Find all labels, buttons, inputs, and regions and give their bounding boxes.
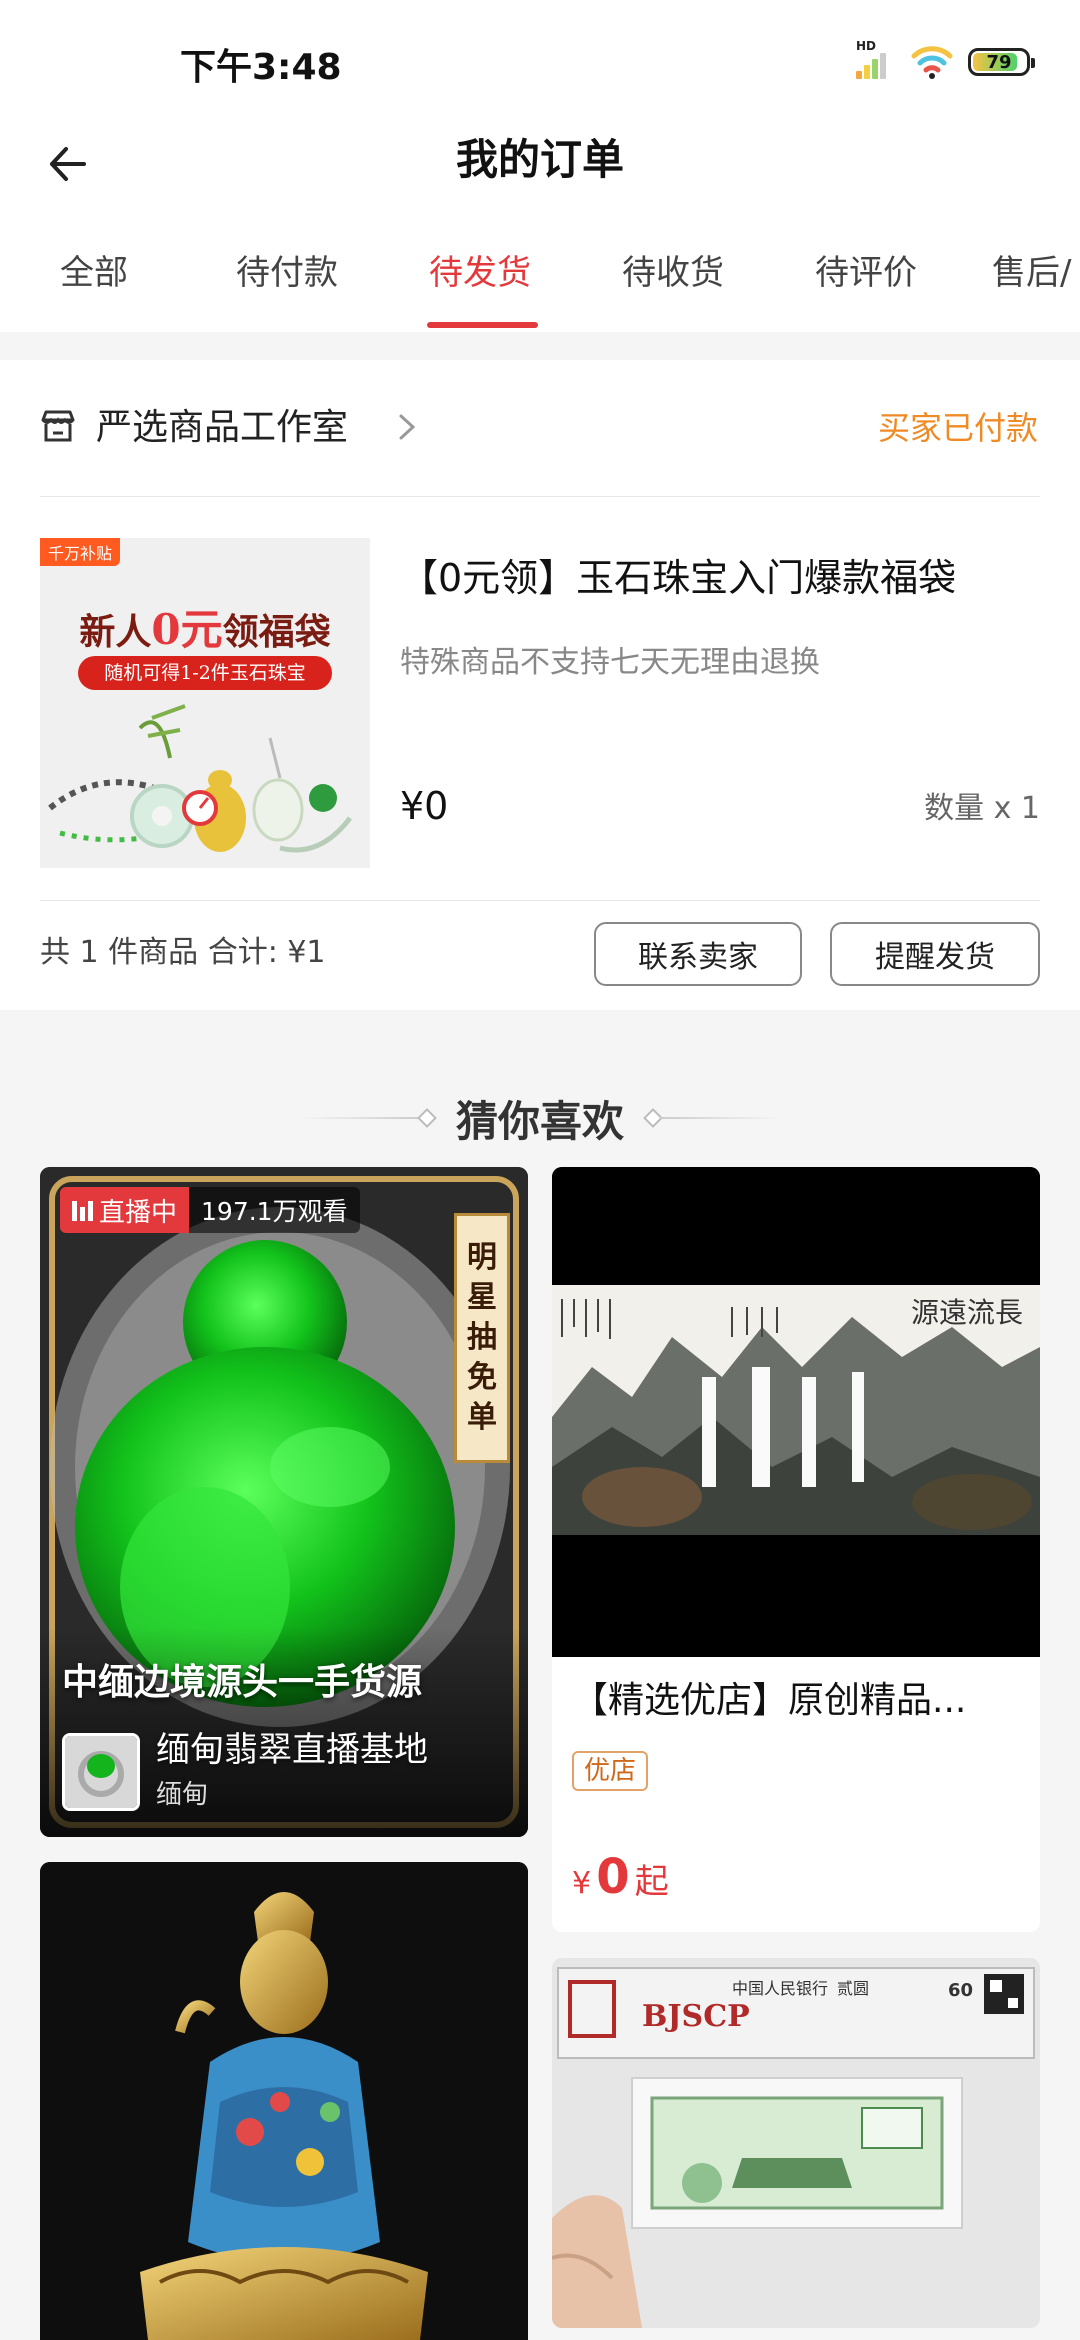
contact-seller-button[interactable]: 联系卖家 bbox=[594, 922, 802, 986]
status-bar: 下午3:48 HD 79 bbox=[0, 0, 1080, 120]
banner-char: 明 bbox=[467, 1240, 497, 1275]
battery-icon: 79 bbox=[968, 48, 1035, 76]
live-bars-icon bbox=[72, 1199, 93, 1221]
jade-ring-icon bbox=[65, 1736, 137, 1808]
live-status-label: 直播中 bbox=[99, 1197, 178, 1228]
tab-all[interactable]: 全部 bbox=[60, 250, 128, 296]
live-status: 直播中 bbox=[60, 1187, 190, 1233]
landscape-painting-image: 源遠流長 bbox=[552, 1167, 1040, 1657]
subsidy-tag: 千万补贴 bbox=[40, 538, 121, 566]
order-status: 买家已付款 bbox=[877, 409, 1038, 447]
active-tab-indicator bbox=[427, 322, 538, 328]
status-time: 下午3:48 bbox=[180, 47, 342, 88]
status-icons: HD 79 bbox=[856, 39, 1035, 84]
viewer-count: 197.1万观看 bbox=[189, 1187, 360, 1233]
divider bbox=[660, 1117, 780, 1119]
promo-title-suffix: 领福袋 bbox=[222, 611, 331, 653]
live-caption: 中缅边境源头一手货源 bbox=[62, 1662, 423, 1703]
buddha-statue-image bbox=[40, 1862, 528, 2340]
product-image[interactable]: 千万补贴 新人0元领福袋 随机可得1-2件玉石珠宝 bbox=[40, 538, 370, 868]
order-tabs: 全部 待付款 待发货 待收货 待评价 售后/ bbox=[0, 220, 1080, 332]
order-summary: 共 1 件商品 合计: ¥1 bbox=[40, 935, 326, 970]
grade-label: 60 bbox=[948, 1980, 973, 2001]
product-title[interactable]: 【精选优店】原创精品... bbox=[572, 1675, 966, 1727]
product-title[interactable]: 【0元领】玉石珠宝入门爆款福袋 bbox=[400, 550, 1040, 606]
promo-subtitle: 随机可得1-2件玉石珠宝 bbox=[78, 656, 332, 690]
tab-after-sales[interactable]: 售后/ bbox=[992, 250, 1071, 296]
price-value: 0 bbox=[596, 1849, 630, 1905]
chevron-right-icon bbox=[399, 414, 416, 440]
divider bbox=[40, 900, 1040, 901]
signal-icon: HD bbox=[856, 39, 896, 81]
product-card[interactable]: BJSCP 中国人民银行 贰圆 60 bbox=[552, 1958, 1040, 2328]
denomination-label: 贰圆 bbox=[837, 1979, 869, 1998]
store-tag: 优店 bbox=[572, 1751, 649, 1791]
tab-pending-shipment[interactable]: 待发货 bbox=[429, 250, 531, 296]
painting-inscription: 源遠流長 bbox=[911, 1296, 1023, 1329]
live-stream-card[interactable]: 直播中 197.1万观看 明 星 抽 免 单 中缅边境源头一手货源 缅甸翡翠直播… bbox=[40, 1167, 528, 1837]
network-type-label: HD bbox=[856, 39, 877, 53]
return-policy-note: 特殊商品不支持七天无理由退换 bbox=[400, 645, 820, 680]
banner-char: 免 bbox=[467, 1360, 497, 1395]
tab-pending-receipt[interactable]: 待收货 bbox=[622, 250, 724, 296]
banknote-image: BJSCP 中国人民银行 贰圆 60 bbox=[552, 1958, 1040, 2328]
promo-title-prefix: 新人 bbox=[79, 611, 152, 653]
bank-label: 中国人民银行 bbox=[732, 1979, 828, 1998]
price-currency: ¥ bbox=[572, 1866, 592, 1901]
battery-level: 79 bbox=[986, 51, 1012, 73]
recommend-title: 猜你喜欢 bbox=[455, 1096, 624, 1146]
tab-pending-payment[interactable]: 待付款 bbox=[236, 250, 338, 296]
live-badge: 直播中 197.1万观看 bbox=[60, 1187, 360, 1233]
diamond-ornament-icon bbox=[417, 1108, 437, 1128]
live-shop-name: 缅甸翡翠直播基地 bbox=[156, 1730, 428, 1770]
header: 我的订单 bbox=[0, 120, 1080, 220]
wifi-icon bbox=[911, 46, 953, 79]
tab-pending-review[interactable]: 待评价 bbox=[815, 250, 917, 296]
product-card[interactable] bbox=[40, 1862, 528, 2340]
banner-char: 抽 bbox=[467, 1320, 497, 1355]
live-location: 缅甸 bbox=[156, 1780, 209, 1810]
order-card[interactable]: 严选商品工作室 买家已付款 千万补贴 新人0元领福袋 随机可得1-2件玉石珠宝 bbox=[0, 360, 1080, 1010]
promo-title: 新人0元领福袋 bbox=[40, 596, 370, 657]
price-suffix: 起 bbox=[634, 1862, 669, 1902]
avatar bbox=[62, 1733, 140, 1811]
promo-banner: 明 星 抽 免 单 bbox=[454, 1213, 510, 1463]
divider bbox=[40, 496, 1040, 497]
shop-row[interactable]: 严选商品工作室 买家已付款 bbox=[40, 400, 1040, 460]
product-card[interactable]: 源遠流長 【精选优店】原创精品... 优店 ¥ 0 起 bbox=[552, 1167, 1040, 1932]
product-price: ¥ 0 起 bbox=[572, 1847, 669, 1918]
product-quantity: 数量 x 1 bbox=[924, 791, 1040, 826]
jade-jewelry-illustration bbox=[48, 704, 352, 853]
remind-shipment-button[interactable]: 提醒发货 bbox=[830, 922, 1040, 986]
promo-title-highlight: 0元 bbox=[151, 605, 223, 654]
page-title: 我的订单 bbox=[455, 135, 624, 184]
banner-char: 星 bbox=[467, 1280, 497, 1315]
divider bbox=[299, 1117, 420, 1119]
shop-name[interactable]: 严选商品工作室 bbox=[96, 404, 348, 452]
product-price: ¥0 bbox=[400, 784, 449, 828]
grader-label: BJSCP bbox=[642, 1999, 750, 2034]
recommend-header: 猜你喜欢 bbox=[0, 1085, 1080, 1151]
banner-char: 单 bbox=[467, 1400, 497, 1435]
store-icon bbox=[41, 410, 75, 442]
